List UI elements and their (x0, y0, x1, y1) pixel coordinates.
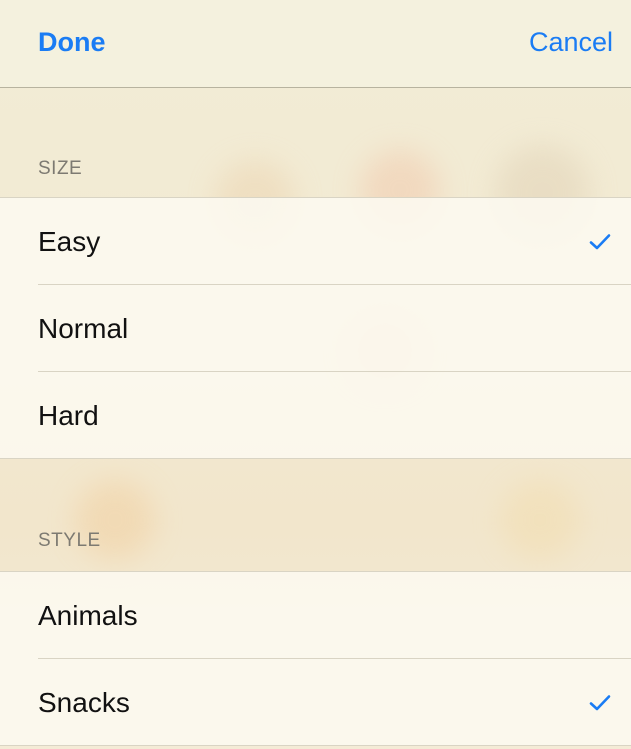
option-label: Easy (38, 225, 101, 257)
option-label: Animals (38, 599, 138, 631)
option-hard[interactable]: Hard (0, 372, 631, 459)
option-label: Snacks (38, 686, 130, 718)
style-options-list: Animals Snacks (0, 571, 631, 746)
cancel-button[interactable]: Cancel (529, 24, 613, 60)
done-button[interactable]: Done (38, 24, 106, 60)
checkmark-icon (585, 227, 615, 257)
option-label: Normal (38, 312, 129, 344)
size-options-list: Easy Normal Hard (0, 197, 631, 459)
option-animals[interactable]: Animals (0, 572, 631, 659)
style-section-header: STYLE (38, 530, 101, 551)
settings-screen: Done Cancel SIZE Easy Normal Hard STYLE … (0, 0, 631, 749)
size-section-header: SIZE (38, 158, 83, 179)
checkmark-icon (585, 688, 615, 718)
option-snacks[interactable]: Snacks (0, 659, 631, 746)
option-easy[interactable]: Easy (0, 198, 631, 285)
navigation-bar: Done Cancel (0, 0, 631, 88)
option-normal[interactable]: Normal (0, 285, 631, 372)
option-label: Hard (38, 399, 99, 431)
